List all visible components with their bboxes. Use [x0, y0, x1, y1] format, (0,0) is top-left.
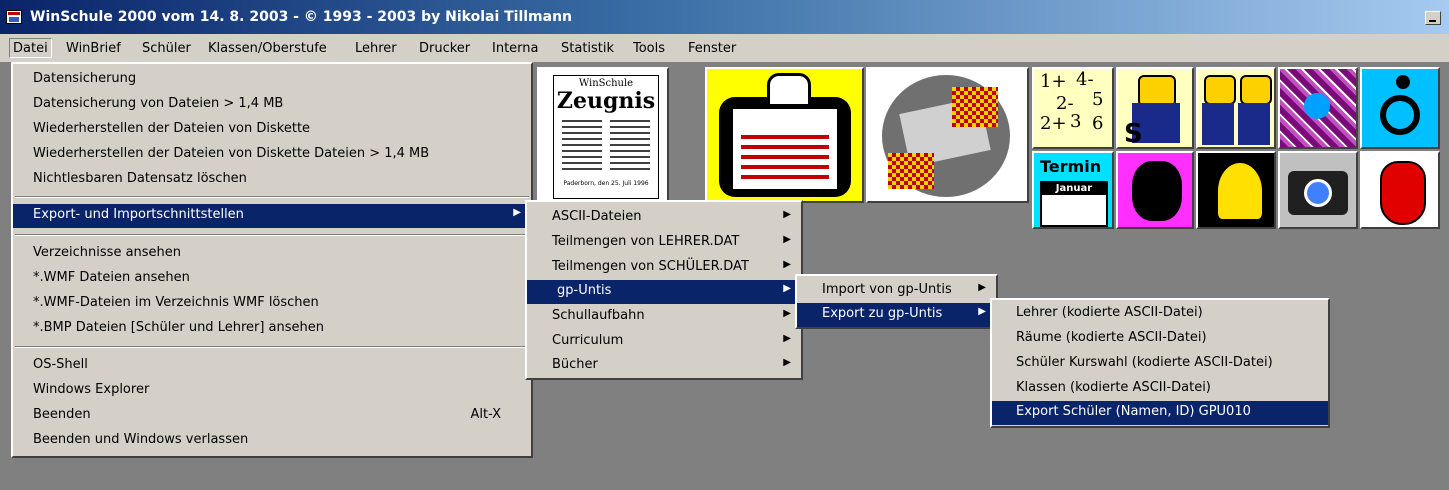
submenu-arrow-icon: ▶ — [978, 306, 986, 317]
submenu-arrow-icon: ▶ — [783, 308, 791, 319]
menu-winbrief[interactable]: WinBrief — [66, 41, 121, 56]
menu-item-beenden[interactable]: Beenden Alt-X — [13, 404, 531, 428]
stop-tile[interactable] — [1360, 151, 1440, 229]
submenu-item-lehrer-dat[interactable]: Teilmengen von LEHRER.DAT ▶ — [527, 231, 801, 255]
submenu-arrow-icon: ▶ — [783, 283, 791, 294]
submenu-item-raeume-ascii[interactable]: Räume (kodierte ASCII-Datei) — [992, 327, 1328, 351]
calendar-icon: Januar — [1040, 181, 1108, 227]
menu-item-verzeichnisse[interactable]: Verzeichnisse ansehen — [13, 242, 531, 266]
menu-datei[interactable]: Datei — [9, 38, 52, 58]
title-bar: WinSchule 2000 vom 14. 8. 2003 - © 1993 … — [0, 0, 1449, 34]
menu-item-os-shell[interactable]: OS-Shell — [13, 354, 531, 378]
submenu-arrow-icon: ▶ — [783, 234, 791, 245]
portrait-icon — [1132, 161, 1182, 221]
student-tile[interactable]: S — [1116, 67, 1194, 149]
zeugnis-tile[interactable]: WinSchule Zeugnis Paderborn, den 25. Jul… — [537, 67, 669, 203]
math-e: 2+ — [1040, 113, 1067, 134]
menu-item-bmp-ansehen[interactable]: *.BMP Dateien [Schüler und Lehrer] anseh… — [13, 317, 531, 341]
menu-item-datensicherung[interactable]: Datensicherung — [13, 68, 531, 92]
submenu-item-import-gpuntis[interactable]: Import von gp-Untis ▶ — [797, 279, 996, 303]
menu-interna[interactable]: Interna — [492, 41, 539, 56]
submenu-arrow-icon: ▶ — [783, 333, 791, 344]
minimize-button[interactable] — [1425, 11, 1441, 25]
termin-tile[interactable]: Termin Januar — [1032, 151, 1114, 229]
math-g: 6 — [1092, 113, 1104, 134]
submenu-item-buecher[interactable]: Bücher ▶ — [527, 354, 801, 378]
hands-tile[interactable] — [866, 67, 1029, 203]
menu-item-wmf-ansehen[interactable]: *.WMF Dateien ansehen — [13, 267, 531, 291]
submenu-arrow-icon: ▶ — [783, 209, 791, 220]
submenu-item-gp-untis[interactable]: gp-Untis ▶ — [527, 280, 801, 304]
submenu-item-schullaufbahn[interactable]: Schullaufbahn ▶ — [527, 305, 801, 329]
clipboard-tile[interactable] — [705, 67, 864, 203]
menu-separator — [15, 234, 529, 236]
math-d: 5 — [1092, 89, 1104, 110]
hands-icon — [882, 75, 1010, 197]
menu-klassen-oberstufe[interactable]: Klassen/Oberstufe — [208, 41, 327, 56]
menu-item-datensatz-loeschen[interactable]: Nichtlesbaren Datensatz löschen — [13, 168, 531, 192]
math-a: 1+ — [1040, 71, 1067, 92]
persons-icon — [1204, 75, 1236, 105]
submenu-item-export-gpu010[interactable]: Export Schüler (Namen, ID) GPU010 — [992, 401, 1328, 425]
menu-item-beenden-windows[interactable]: Beenden und Windows verlassen — [13, 429, 531, 453]
math-f: 3 — [1070, 111, 1082, 132]
submenu-item-kurswahl-ascii[interactable]: Schüler Kurswahl (kodierte ASCII-Datei) — [992, 352, 1328, 376]
submenu-item-export-gpuntis[interactable]: Export zu gp-Untis ▶ — [797, 303, 996, 327]
pattern-tile[interactable] — [1278, 67, 1358, 149]
menu-bar: Datei WinBrief Schüler Klassen/Oberstufe… — [0, 34, 1449, 62]
menu-lehrer[interactable]: Lehrer — [355, 41, 397, 56]
submenu-item-curriculum[interactable]: Curriculum ▶ — [527, 330, 801, 354]
app-icon[interactable] — [6, 10, 22, 24]
submenu-arrow-icon: ▶ — [783, 357, 791, 368]
menu-tools[interactable]: Tools — [633, 41, 665, 56]
zeugnis-footer: Paderborn, den 25. Juli 1996 — [563, 180, 649, 187]
datei-menu: Datensicherung Datensicherung von Dateie… — [11, 62, 533, 458]
submenu-item-ascii[interactable]: ASCII-Dateien ▶ — [527, 206, 801, 230]
zeugnis-title: Zeugnis — [556, 88, 656, 114]
camera-tile[interactable] — [1278, 151, 1358, 229]
menu-item-wiederherstellen-gross[interactable]: Wiederherstellen der Dateien von Diskett… — [13, 143, 531, 167]
menu-item-wmf-loeschen[interactable]: *.WMF-Dateien im Verzeichnis WMF löschen — [13, 292, 531, 316]
menu-item-wiederherstellen[interactable]: Wiederherstellen der Dateien von Diskett… — [13, 118, 531, 142]
menu-separator — [15, 346, 529, 348]
gpuntis-submenu: Import von gp-Untis ▶ Export zu gp-Untis ▶ — [795, 274, 998, 329]
submenu-arrow-icon: ▶ — [978, 282, 986, 293]
menu-item-export-import[interactable]: Export- und Importschnittstellen ▶ — [13, 204, 531, 228]
camera-icon — [1288, 171, 1348, 215]
submenu-item-schueler-dat[interactable]: Teilmengen von SCHÜLER.DAT ▶ — [527, 256, 801, 280]
submenu-arrow-icon: ▶ — [783, 259, 791, 270]
students-tile[interactable] — [1196, 67, 1276, 149]
export-gpuntis-submenu: Lehrer (kodierte ASCII-Datei) Räume (kod… — [990, 298, 1330, 428]
menu-schueler[interactable]: Schüler — [142, 41, 191, 56]
portrait-tile[interactable] — [1116, 151, 1194, 229]
wheelchair-icon — [1380, 95, 1420, 135]
termin-title: Termin — [1040, 157, 1102, 176]
beenden-shortcut: Alt-X — [470, 407, 501, 422]
submenu-item-klassen-ascii[interactable]: Klassen (kodierte ASCII-Datei) — [992, 377, 1328, 401]
silhouette-icon — [1218, 163, 1262, 219]
stop-hand-icon — [1380, 161, 1426, 225]
window-title: WinSchule 2000 vom 14. 8. 2003 - © 1993 … — [30, 9, 573, 25]
termin-month: Januar — [1042, 183, 1106, 195]
menu-statistik[interactable]: Statistik — [561, 41, 614, 56]
export-submenu: ASCII-Dateien ▶ Teilmengen von LEHRER.DAT… — [525, 200, 803, 380]
menu-fenster[interactable]: Fenster — [688, 41, 736, 56]
wheelchair-tile[interactable] — [1360, 67, 1440, 149]
menu-item-windows-explorer[interactable]: Windows Explorer — [13, 379, 531, 403]
abstract-icon — [1304, 93, 1330, 119]
submenu-item-lehrer-ascii[interactable]: Lehrer (kodierte ASCII-Datei) — [992, 302, 1328, 326]
math-b: 4- — [1076, 69, 1094, 90]
math-tile[interactable]: 1+ 4- 2- 5 2+ 3 6 — [1032, 67, 1114, 149]
certificate-icon: WinSchule Zeugnis Paderborn, den 25. Jul… — [553, 75, 659, 199]
silhouette-tile[interactable] — [1196, 151, 1276, 229]
menu-item-datensicherung-gross[interactable]: Datensicherung von Dateien > 1,4 MB — [13, 93, 531, 117]
menu-separator — [15, 196, 529, 198]
submenu-arrow-icon: ▶ — [513, 207, 521, 218]
menu-drucker[interactable]: Drucker — [419, 41, 470, 56]
clipboard-icon — [719, 97, 851, 197]
